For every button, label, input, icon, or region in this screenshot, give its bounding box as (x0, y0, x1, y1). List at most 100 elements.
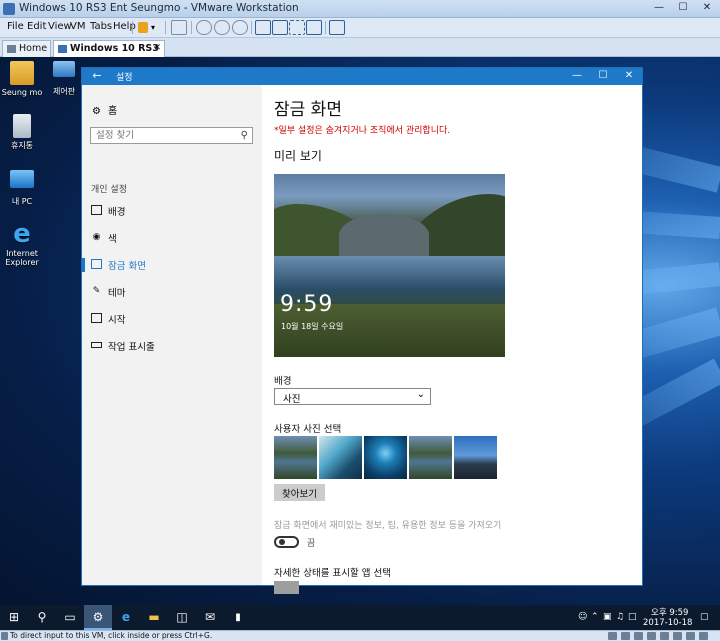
pause-icon[interactable] (138, 22, 148, 33)
photo-thumbnail[interactable] (319, 436, 362, 479)
preview-time: 9:59 (280, 292, 334, 317)
network-icon[interactable]: ▣ (603, 612, 612, 622)
photo-thumbnail[interactable] (454, 436, 497, 479)
close-button[interactable]: ✕ (696, 1, 718, 16)
network-adapter-icon[interactable] (634, 632, 643, 640)
tab-vm[interactable]: Windows 10 RS3 Ent Seung... ✕ (53, 40, 165, 69)
vm-tabbar: Home Windows 10 RS3 Ent Seung... ✕ (0, 38, 720, 69)
nav-item-start[interactable]: 시작 (82, 310, 262, 328)
fun-facts-toggle[interactable] (274, 536, 299, 548)
preview-mountain (339, 214, 429, 256)
menu-view[interactable]: View (48, 21, 72, 32)
back-arrow-icon[interactable]: ← (88, 69, 106, 84)
photo-thumbnail[interactable] (274, 436, 317, 479)
ime-icon[interactable]: □ (628, 612, 637, 622)
search-icon[interactable]: ⚲ (241, 130, 248, 141)
hdd-icon[interactable] (608, 632, 617, 640)
console-view-icon[interactable] (329, 20, 345, 35)
send-keys-icon[interactable] (171, 20, 187, 35)
tab-home-label: Home (19, 43, 48, 54)
mail-icon[interactable]: ✉ (196, 605, 224, 630)
unity-icon[interactable] (306, 20, 322, 35)
nav-home[interactable]: ⚙ 홈 (92, 102, 117, 117)
clock-date[interactable]: 2017-10-18 (643, 618, 692, 628)
chevron-down-icon[interactable]: ▾ (151, 20, 159, 35)
chevron-down-icon: ⌄ (416, 389, 425, 400)
browse-button[interactable]: 찾아보기 (274, 484, 325, 501)
desktop-icon-internet-explorer[interactable]: e Internet Explorer (0, 221, 44, 267)
chevron-up-icon[interactable]: ⌃ (591, 612, 599, 622)
fullscreen-icon[interactable] (289, 20, 305, 35)
menu-vm[interactable]: VM (70, 21, 85, 32)
desktop-icon-label: Internet Explorer (5, 249, 39, 267)
nav-item-label: 테마 (108, 288, 126, 299)
detail-app-label: 자세한 상태를 표시할 앱 선택 (274, 568, 391, 579)
desktop-icon-user[interactable]: Seung mo (0, 61, 44, 97)
background-dropdown-value: 사진 (283, 394, 301, 405)
minimize-button[interactable]: — (564, 68, 590, 85)
background-label: 배경 (274, 376, 292, 387)
nav-item-label: 잠금 화면 (108, 261, 146, 272)
printer-icon[interactable] (673, 632, 682, 640)
clock-time[interactable]: 오후 9:59 (651, 606, 688, 618)
managed-warning: *일부 설정은 숨겨지거나 조직에서 관리합니다. (274, 126, 451, 136)
people-icon[interactable]: ☺ (578, 612, 587, 622)
toggle-state-label: 끔 (307, 539, 316, 549)
fun-facts-label: 잠금 화면에서 재미있는 정보, 팁, 유용한 정보 등을 가져오기 (274, 521, 502, 531)
terminal-icon[interactable]: ▮ (224, 605, 252, 630)
library-icon[interactable] (255, 20, 271, 35)
vmware-app-icon (3, 3, 15, 15)
preview-heading: 미리 보기 (274, 149, 322, 163)
toolbar-separator (191, 21, 192, 34)
nav-item-background[interactable]: 배경 (82, 202, 262, 220)
display-icon[interactable] (686, 632, 695, 640)
snapshot-icon[interactable] (196, 20, 212, 35)
menu-file[interactable]: File (7, 21, 24, 32)
file-explorer-icon[interactable]: ▬ (140, 605, 168, 630)
message-icon[interactable] (699, 632, 708, 640)
maximize-button[interactable]: ☐ (590, 68, 616, 85)
nav-item-taskbar[interactable]: 작업 표시줄 (82, 337, 262, 355)
revert-snapshot-icon[interactable] (214, 20, 230, 35)
windows-start-icon[interactable]: ⊞ (0, 605, 28, 630)
snapshot-manager-icon[interactable] (232, 20, 248, 35)
detail-app-button[interactable] (274, 581, 299, 594)
nav-item-colors[interactable]: ◉ 색 (82, 229, 262, 247)
guest-desktop[interactable]: Seung mo 제어판 휴지통 내 PC e Internet Explore… (0, 57, 720, 629)
maximize-button[interactable]: ☐ (672, 1, 694, 16)
thumbnail-icon[interactable] (272, 20, 288, 35)
image-icon (91, 205, 102, 215)
store-icon[interactable]: ◫ (168, 605, 196, 630)
nav-item-themes[interactable]: ✎ 테마 (82, 283, 262, 301)
background-dropdown[interactable]: 사진 ⌄ (274, 388, 431, 405)
minimize-button[interactable]: — (648, 1, 670, 16)
palette-icon: ◉ (92, 232, 101, 242)
close-button[interactable]: ✕ (616, 68, 642, 85)
settings-search: ⚲ (90, 127, 253, 144)
sound-card-icon[interactable] (660, 632, 669, 640)
task-view-icon[interactable]: ▭ (56, 605, 84, 630)
search-icon[interactable]: ⚲ (28, 605, 56, 630)
settings-taskbar-icon[interactable]: ⚙ (84, 605, 112, 630)
search-input[interactable] (91, 128, 231, 143)
usb-icon[interactable] (647, 632, 656, 640)
menu-tabs[interactable]: Tabs (90, 21, 112, 32)
vm-window-title: Windows 10 RS3 Ent Seungmo - VMware Work… (19, 2, 299, 14)
desktop-icon-recycle-bin[interactable]: 휴지통 (0, 114, 44, 150)
toolbar-separator (132, 21, 133, 34)
photo-thumbnail[interactable] (409, 436, 452, 479)
tab-home[interactable]: Home (2, 40, 51, 57)
lock-screen-icon (91, 259, 102, 269)
notification-icon[interactable]: ▢ (700, 612, 709, 622)
nav-item-lock-screen[interactable]: 잠금 화면 (82, 256, 262, 274)
close-tab-icon[interactable]: ✕ (153, 41, 161, 56)
photo-thumbnail[interactable] (364, 436, 407, 479)
edge-icon[interactable]: e (112, 605, 140, 630)
toolbar-separator (165, 21, 166, 34)
desktop-icon-this-pc[interactable]: 내 PC (0, 170, 44, 206)
brush-icon: ✎ (92, 286, 101, 296)
desktop-icon-control-panel[interactable]: 제어판 (42, 61, 86, 96)
menu-edit[interactable]: Edit (27, 21, 46, 32)
cd-icon[interactable] (621, 632, 630, 640)
volume-icon[interactable]: ♫ (616, 612, 624, 622)
